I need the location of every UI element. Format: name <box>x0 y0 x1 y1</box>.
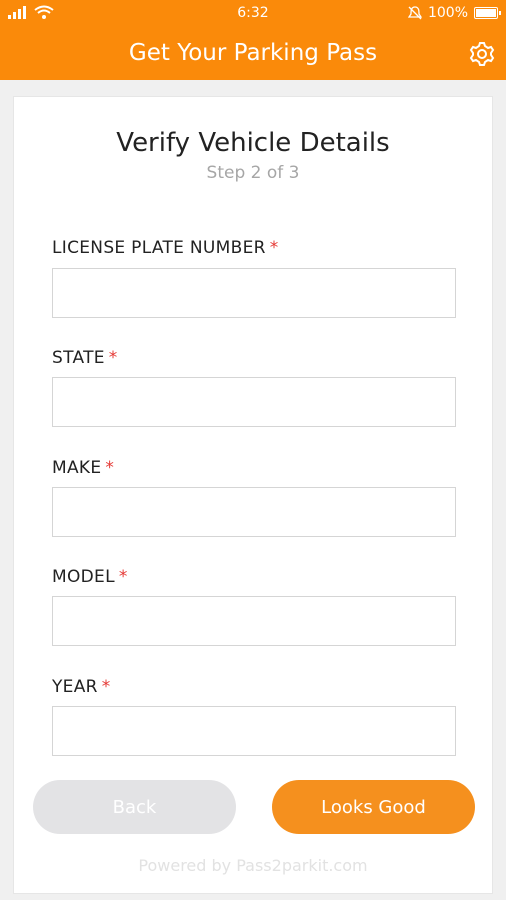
state-input[interactable] <box>52 377 456 427</box>
make-label: MAKE * <box>52 458 115 478</box>
state-label: STATE * <box>52 348 118 368</box>
gear-icon[interactable] <box>468 40 496 68</box>
status-right-icons: 100% <box>407 5 501 21</box>
license-plate-input[interactable] <box>52 268 456 318</box>
app-title: Get Your Parking Pass <box>128 40 378 66</box>
year-label: YEAR * <box>52 677 111 697</box>
model-input[interactable] <box>52 596 456 646</box>
license-plate-label: LICENSE PLATE NUMBER * <box>52 238 279 258</box>
make-input[interactable] <box>52 487 456 537</box>
looks-good-button[interactable]: Looks Good <box>272 780 475 834</box>
year-input[interactable] <box>52 706 456 756</box>
page-title: Verify Vehicle Details <box>116 128 390 158</box>
step-indicator: Step 2 of 3 <box>206 163 300 183</box>
model-label: MODEL * <box>52 567 128 587</box>
app-bar: Get Your Parking Pass <box>0 28 506 80</box>
battery-icon <box>474 7 501 19</box>
alarm-icon <box>407 6 422 20</box>
battery-percent: 100% <box>427 5 468 21</box>
back-button[interactable]: Back <box>33 780 236 834</box>
status-bar: 6:32 100% <box>0 0 506 28</box>
powered-by-footer: Powered by Pass2parkit.com <box>138 856 368 875</box>
